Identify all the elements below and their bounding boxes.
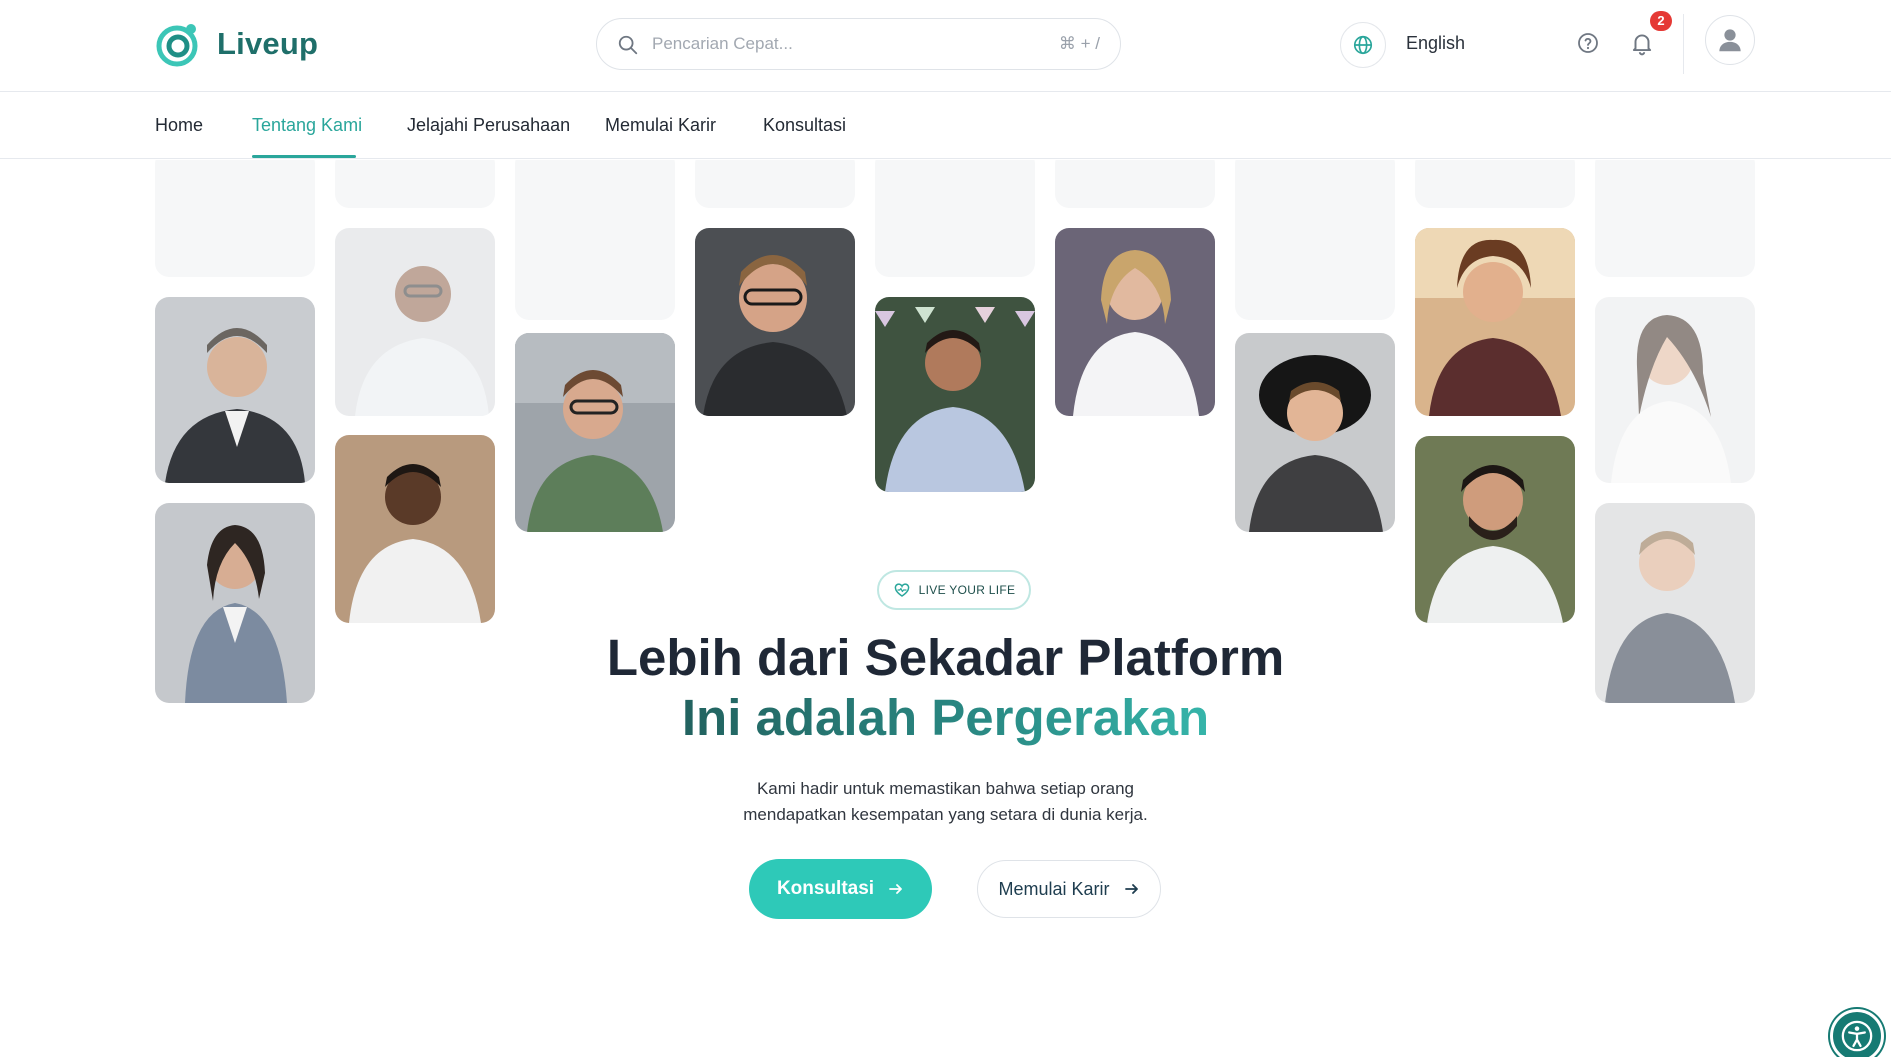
team-photo	[1595, 297, 1755, 483]
accessibility-icon	[1841, 1020, 1873, 1052]
arrow-right-icon	[1124, 884, 1138, 894]
photo-placeholder	[1055, 160, 1215, 208]
hero-description-line: mendapatkan kesempatan yang setara di du…	[743, 805, 1148, 824]
nav-home[interactable]: Home	[155, 115, 203, 136]
nav-jelajahi-perusahaan[interactable]: Jelajahi Perusahaan	[407, 115, 570, 136]
photo-placeholder	[1235, 160, 1395, 320]
photo-placeholder	[155, 160, 315, 277]
hero-title: Lebih dari Sekadar Platform	[606, 629, 1285, 686]
team-photo	[875, 297, 1035, 492]
liveup-logo-icon	[155, 20, 203, 68]
quick-search[interactable]: ⌘ + /	[596, 18, 1121, 70]
photo-placeholder	[875, 160, 1035, 277]
team-photo	[335, 435, 495, 623]
search-shortcut-hint: ⌘ + /	[1058, 34, 1100, 53]
hero-description: Kami hadir untuk memastikan bahwa setiap…	[0, 776, 1891, 828]
language-button[interactable]	[1340, 22, 1386, 68]
accessibility-button[interactable]	[1830, 1009, 1884, 1057]
header-divider	[1683, 14, 1684, 74]
photo-placeholder	[695, 160, 855, 208]
globe-icon	[1353, 35, 1373, 55]
team-photo	[1235, 333, 1395, 532]
photo-placeholder	[515, 160, 675, 320]
konsultasi-cta-label: Konsultasi	[776, 878, 875, 899]
search-icon	[618, 35, 638, 55]
team-photo	[1415, 436, 1575, 623]
photo-placeholder	[335, 160, 495, 208]
memulai-karir-cta-label: Memulai Karir	[998, 878, 1110, 899]
memulai-karir-cta-button[interactable]: Memulai Karir	[977, 860, 1161, 918]
photo-placeholder	[1415, 160, 1575, 208]
nav-tentang-kami[interactable]: Tentang Kami	[252, 115, 362, 136]
nav-memulai-karir[interactable]: Memulai Karir	[605, 115, 716, 136]
team-photo	[1055, 228, 1215, 416]
heart-pulse-icon	[894, 583, 910, 597]
help-circle-icon[interactable]	[1576, 31, 1600, 55]
team-photo	[1415, 228, 1575, 416]
user-avatar-button[interactable]	[1705, 15, 1755, 65]
user-avatar-icon	[1719, 29, 1741, 52]
notification-badge: 2	[1650, 11, 1672, 31]
team-photo	[515, 333, 675, 532]
language-label[interactable]: English	[1406, 33, 1465, 54]
arrow-right-icon	[889, 884, 902, 894]
top-header: Liveup ⌘ + / English 2	[0, 0, 1891, 92]
hero-subtitle: Ini adalah Pergerakan	[0, 688, 1891, 748]
team-photo	[335, 228, 495, 416]
hero-description-line: Kami hadir untuk memastikan bahwa setiap…	[756, 779, 1135, 798]
hero-badge: LIVE YOUR LIFE	[877, 570, 1031, 610]
hero-badge-text: LIVE YOUR LIFE	[918, 583, 1016, 597]
search-input[interactable]	[652, 19, 1012, 69]
konsultasi-cta-button[interactable]: Konsultasi	[749, 859, 932, 919]
nav-konsultasi[interactable]: Konsultasi	[763, 115, 846, 136]
main-nav: Home Tentang Kami Jelajahi Perusahaan Me…	[0, 93, 1891, 159]
hero-subtitle-text: Ini adalah Pergerakan	[681, 689, 1210, 746]
brand-logo[interactable]: Liveup	[155, 20, 318, 68]
brand-name: Liveup	[217, 26, 319, 61]
active-tab-indicator	[252, 155, 356, 158]
bell-icon[interactable]	[1629, 30, 1655, 56]
team-photo	[695, 228, 855, 416]
photo-placeholder	[1595, 160, 1755, 277]
team-photo	[155, 297, 315, 483]
